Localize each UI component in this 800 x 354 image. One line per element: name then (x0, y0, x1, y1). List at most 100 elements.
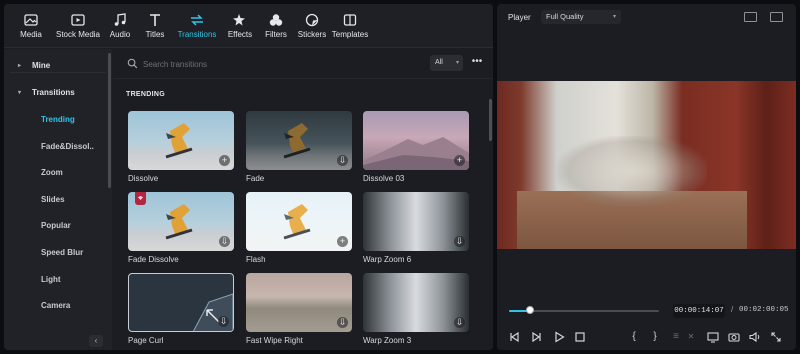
sidebar-group-mine[interactable]: ▸ Mine (4, 53, 108, 79)
library-panel: Media Stock Media Audio Titles Transitio… (4, 4, 493, 350)
transition-card-fade[interactable]: ⇩ Fade (246, 111, 352, 185)
transition-card-warp-zoom-6[interactable]: ⇩ Warp Zoom 6 (363, 192, 469, 266)
insert-button[interactable]: ≡ (669, 330, 683, 344)
transition-card-fade-dissolve[interactable]: ⇩ Fade Dissolve (128, 192, 234, 266)
speaker-icon (749, 331, 760, 343)
stop-icon (575, 332, 585, 342)
tab-titles[interactable]: Titles (143, 12, 167, 46)
download-icon[interactable]: ⇩ (337, 317, 348, 328)
sidebar-scrollbar[interactable] (108, 53, 111, 188)
stop-button[interactable] (573, 330, 587, 344)
expand-icon (771, 332, 781, 342)
transition-card-dissolve[interactable]: + Dissolve (128, 111, 234, 185)
tab-stock-media[interactable]: Stock Media (54, 12, 102, 46)
quality-value: Full Quality (546, 12, 584, 21)
add-icon[interactable]: + (454, 155, 465, 166)
download-icon[interactable]: ⇩ (454, 236, 465, 247)
display-settings-button[interactable] (706, 330, 720, 344)
thumbnail: ⇩ (363, 273, 469, 332)
sidebar-item-trending[interactable]: Trending (4, 107, 108, 133)
current-timecode: 00:00:14:07 (673, 304, 725, 318)
media-icon (24, 14, 38, 26)
sidebar-item-speed-blur[interactable]: Speed Blur (4, 240, 108, 266)
sidebar-item-label: Fade&Dissol.. (41, 142, 94, 151)
sidebar-item-popular[interactable]: Popular (4, 213, 108, 239)
fullscreen-button[interactable] (769, 330, 783, 344)
sidebar-item-zoom[interactable]: Zoom (4, 160, 108, 186)
transition-card-warp-zoom-3[interactable]: ⇩ Warp Zoom 3 (363, 273, 469, 347)
safe-zone-icon[interactable] (744, 12, 757, 22)
download-icon[interactable]: ⇩ (218, 316, 229, 327)
step-forward-icon (532, 331, 541, 343)
sidebar-group-label: Transitions (32, 88, 75, 97)
mark-out-icon: } (653, 331, 657, 342)
download-icon[interactable]: ⇩ (219, 236, 230, 247)
tab-transitions-label: Transitions (177, 30, 217, 39)
snapshot-view-icon[interactable] (770, 12, 783, 22)
thumbnail: ⇩ (128, 273, 234, 332)
search-icon (127, 58, 138, 69)
mark-out-button[interactable]: } (648, 330, 662, 344)
tab-audio[interactable]: Audio (108, 12, 132, 46)
step-back-button[interactable] (507, 330, 521, 344)
download-icon[interactable]: ⇩ (337, 155, 348, 166)
sidebar-item-fade-dissolve[interactable]: Fade&Dissol.. (4, 134, 108, 160)
section-title: TRENDING (126, 91, 165, 98)
play-icon (555, 331, 565, 343)
sidebar-group-transitions[interactable]: ▾ Transitions (4, 80, 108, 106)
search-input[interactable] (143, 56, 403, 72)
tab-stickers[interactable]: Stickers (297, 12, 327, 46)
tab-transitions[interactable]: Transitions (174, 12, 220, 46)
play-button[interactable] (552, 330, 566, 344)
volume-button[interactable] (748, 330, 762, 344)
delete-button[interactable]: ✕ (684, 330, 698, 344)
tab-media[interactable]: Media (16, 12, 46, 46)
thumbnail: + (128, 111, 234, 170)
transitions-icon (191, 14, 203, 26)
camera-icon (728, 333, 740, 342)
sidebar-item-light[interactable]: Light (4, 267, 108, 293)
transition-card-fast-wipe-right[interactable]: ⇩ Fast Wipe Right (246, 273, 352, 347)
playhead-handle[interactable] (526, 306, 534, 314)
transition-card-flash[interactable]: + Flash (246, 192, 352, 266)
add-icon[interactable]: + (219, 155, 230, 166)
video-preview[interactable] (497, 81, 796, 249)
thumbnail: ⇩ (363, 192, 469, 251)
skater-image (165, 204, 193, 240)
add-icon[interactable]: + (337, 236, 348, 247)
quality-dropdown[interactable]: Full Quality ▾ (541, 10, 621, 24)
close-icon: ✕ (687, 332, 695, 341)
chevron-left-icon: ‹ (94, 336, 98, 345)
filter-dropdown[interactable]: All ▾ (430, 55, 463, 71)
content-scrollbar[interactable] (489, 99, 492, 141)
skater-image (283, 204, 311, 240)
tab-effects-label: Effects (227, 30, 253, 39)
tab-effects[interactable]: Effects (226, 12, 254, 46)
tab-filters[interactable]: Filters (263, 12, 289, 46)
effects-icon (233, 14, 245, 26)
filter-value: All (435, 59, 443, 66)
tab-media-label: Media (20, 30, 42, 39)
sidebar-item-slides[interactable]: Slides (4, 187, 108, 213)
transitions-browser: All ▾ ••• TRENDING + Dissolve ⇩ Fade (113, 49, 493, 350)
chevron-down-icon: ▾ (455, 60, 459, 66)
titles-icon (150, 14, 160, 26)
transition-card-page-curl[interactable]: ⇩ Page Curl (128, 273, 234, 347)
sidebar-item-label: Camera (41, 301, 71, 310)
more-options-button[interactable]: ••• (469, 55, 485, 71)
tab-templates[interactable]: Templates (331, 12, 369, 46)
thumbnail: + (363, 111, 469, 170)
collapse-sidebar-button[interactable]: ‹ (89, 335, 103, 347)
search-bar: All ▾ ••• (113, 49, 493, 79)
transition-name: Dissolve (128, 174, 159, 183)
sidebar-item-camera[interactable]: Camera (4, 293, 108, 319)
mark-in-button[interactable]: { (627, 330, 641, 344)
transition-name: Page Curl (128, 336, 164, 345)
app-window: Media Stock Media Audio Titles Transitio… (0, 0, 800, 354)
transition-card-dissolve-03[interactable]: + Dissolve 03 (363, 111, 469, 185)
templates-icon (343, 14, 357, 26)
step-forward-button[interactable] (530, 330, 544, 344)
snapshot-button[interactable] (727, 330, 741, 344)
download-icon[interactable]: ⇩ (454, 317, 465, 328)
stock-media-icon (71, 14, 85, 26)
